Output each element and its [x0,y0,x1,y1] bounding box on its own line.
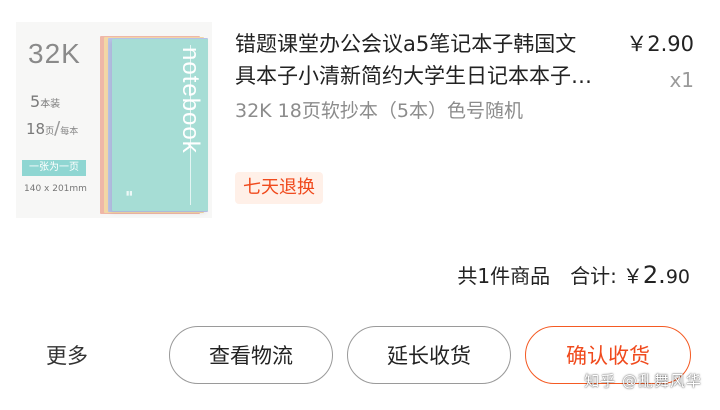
unit-price: ￥2.90 [626,32,694,56]
thumb-dimensions: 140 x 201mm [24,184,87,194]
product-spec: 32K 18页软抄本（5本）色号随机 [235,100,523,122]
total-label: 合计: [570,264,617,288]
thumb-count: 5本装 [30,92,60,111]
notebook-brand: notebook [177,47,204,154]
thumb-count-unit: 本装 [40,99,61,110]
more-button[interactable]: 更多 [46,340,88,370]
thumb-count-number: 5 [30,92,41,111]
order-summary: 共1件商品 合计: ￥ 2.90 [457,260,690,289]
thumb-tag: 一张为一页 [22,160,86,176]
order-card: 32K 5本装 18页/每本 一张为一页 140 x 201mm noteboo… [0,0,720,410]
total-amount-decimal: 90 [665,266,690,288]
product-thumbnail[interactable]: 32K 5本装 18页/每本 一张为一页 140 x 201mm noteboo… [16,22,212,218]
extend-receipt-button[interactable]: 延长收货 [347,326,511,384]
total-amount: 2.90 [643,261,690,289]
thumb-pages-each: 每本 [60,127,79,137]
item-count: 共1件商品 [457,264,551,288]
watermark: 知乎 @乱舞风华 [584,372,702,390]
thumb-size-label: 32K [28,38,81,69]
total-amount-int: 2. [642,261,666,289]
return-policy-badge: 七天退换 [235,172,323,204]
thumb-pages-unit: 页 [45,127,55,137]
thumb-pages-number: 18 [26,120,46,138]
quantity: x1 [669,68,694,92]
total-currency: ￥ [622,264,643,288]
view-logistics-button[interactable]: 查看物流 [169,326,333,384]
product-title[interactable]: 错题课堂办公会议a5笔记本子韩国文具本子小清新简约大学生日记本本子文具 [235,28,595,92]
thumb-pages: 18页/每本 [26,118,78,139]
notebook-front: notebook ▮▮ [112,39,208,211]
notebook-mini-mark: ▮▮ [126,190,133,197]
